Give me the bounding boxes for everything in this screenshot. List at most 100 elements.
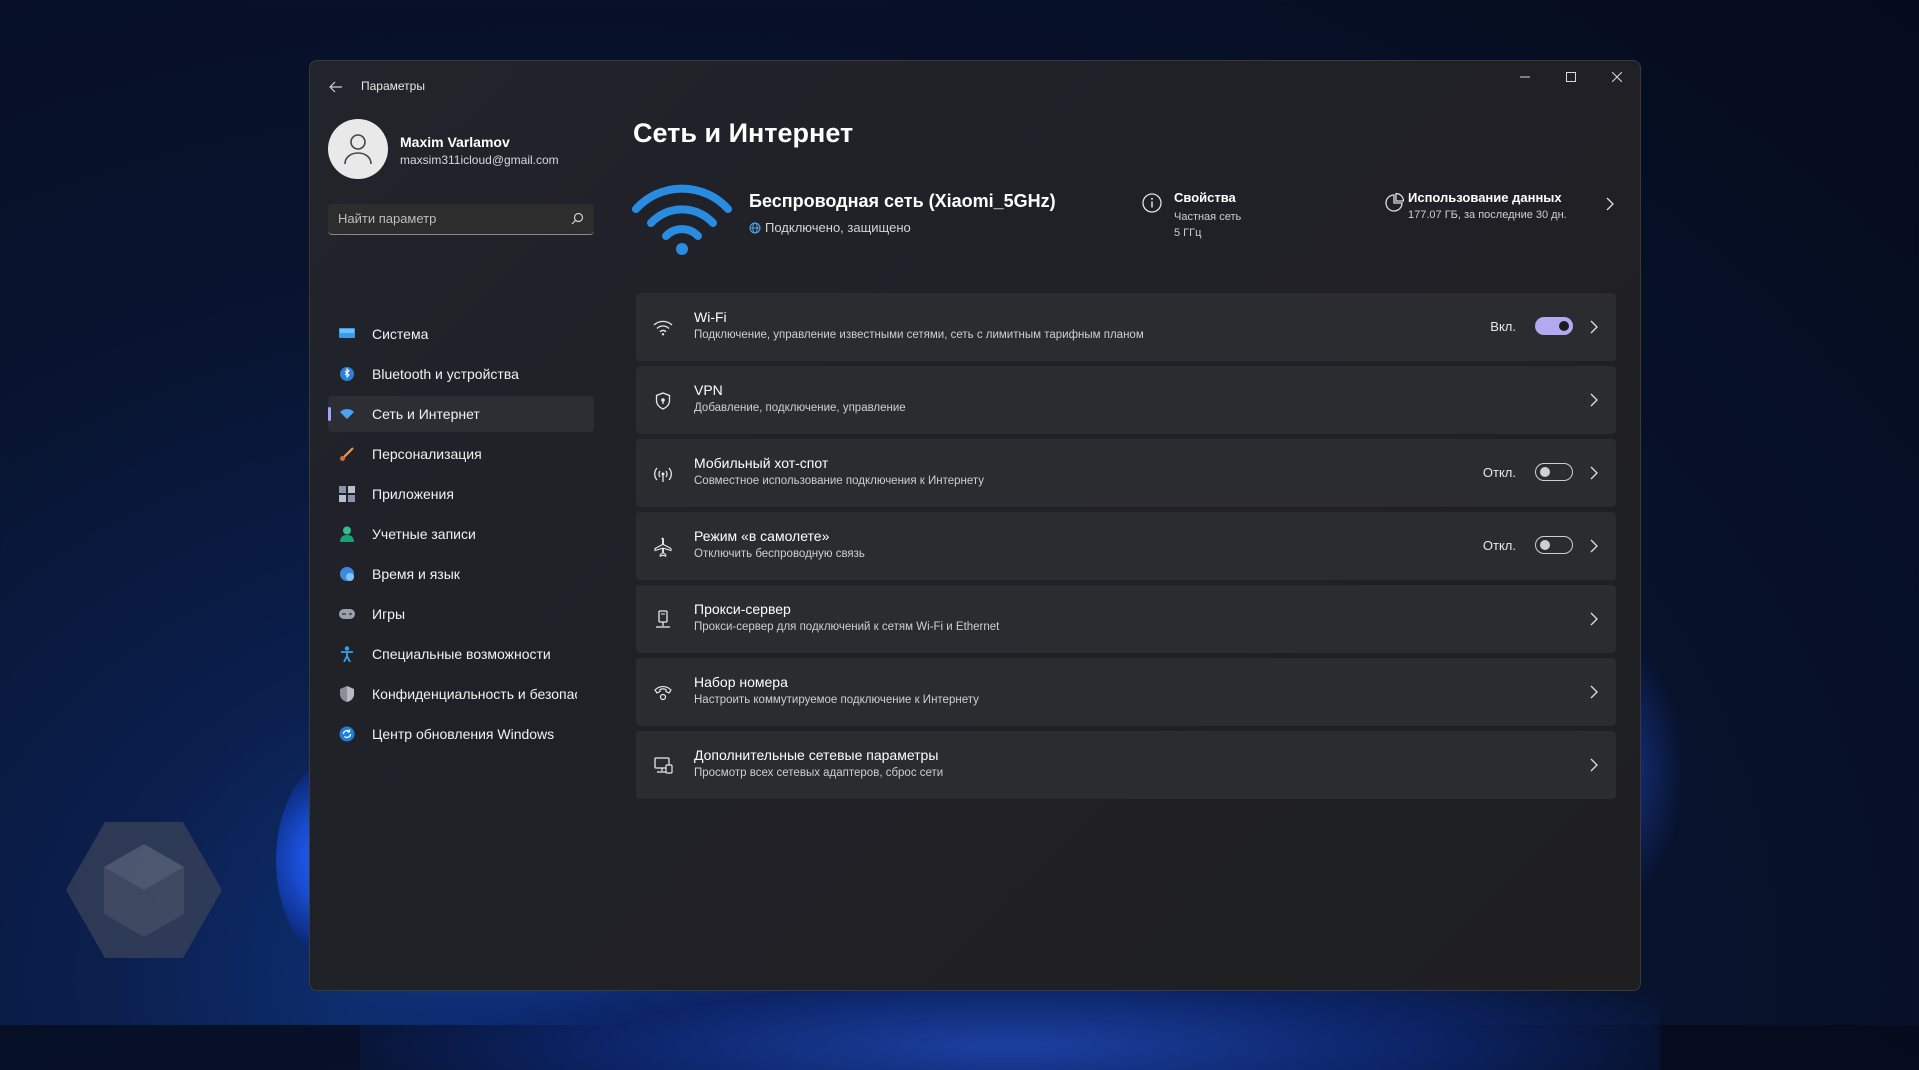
hotspot-card[interactable]: Мобильный хот-спот Совместное использова… [636,439,1616,507]
sidebar-item-personalization[interactable]: Персонализация [328,436,594,472]
toggle-state-label: Откл. [1482,538,1516,553]
sidebar-item-label: Центр обновления Windows [372,726,555,742]
vpn-shield-icon [652,390,674,412]
card-subtitle: Отключить беспроводную связь [694,548,865,560]
card-title: Режим «в самолете» [694,528,830,544]
maximize-icon [1566,72,1576,82]
sidebar-item-label: Учетные записи [372,526,476,542]
sidebar-item-label: Персонализация [372,446,482,462]
sidebar-item-time-language[interactable]: Время и язык [328,556,594,592]
accessibility-icon [339,646,355,662]
sidebar-item-label: Система [372,326,429,342]
close-button[interactable] [1594,61,1640,93]
sidebar-item-label: Время и язык [372,566,460,582]
sidebar-item-windows-update[interactable]: Центр обновления Windows [328,716,594,752]
properties-title: Свойства [1174,190,1236,205]
card-subtitle: Совместное использование подключения к И… [694,475,985,487]
data-usage-detail: 177.07 ГБ, за последние 30 дн. [1408,209,1567,221]
update-icon [339,726,355,742]
sidebar-item-system[interactable]: Система [328,316,594,352]
dialup-card[interactable]: Набор номера Настроить коммутируемое под… [636,658,1616,726]
close-icon [1612,72,1622,82]
avatar [328,119,388,179]
search-box[interactable]: Найти параметр [328,204,594,235]
sidebar-item-label: Конфиденциальность и безопасность [372,686,577,702]
page-title: Сеть и Интернет [633,118,854,148]
wifi-icon [652,317,674,339]
sidebar-item-accounts[interactable]: Учетные записи [328,516,594,552]
card-subtitle: Просмотр всех сетевых адаптеров, сброс с… [694,767,944,779]
brush-icon [339,446,355,462]
chevron-right-icon [1590,612,1598,626]
info-icon [1142,193,1162,213]
search-icon [571,212,584,225]
apps-icon [339,486,355,502]
minimize-button[interactable] [1502,61,1548,93]
proxy-icon [652,609,674,631]
sidebar-item-gaming[interactable]: Игры [328,596,594,632]
sidebar-item-bluetooth[interactable]: Bluetooth и устройства [328,356,594,392]
advanced-network-card[interactable]: Дополнительные сетевые параметры Просмот… [636,731,1616,799]
sidebar-item-privacy[interactable]: Конфиденциальность и безопасность [328,676,594,712]
bluetooth-icon [339,366,355,382]
globe-icon [749,222,761,234]
properties-link[interactable]: Свойства Частная сеть 5 ГГц [1142,187,1322,247]
card-subtitle: Добавление, подключение, управление [694,402,906,414]
account-icon [339,526,355,542]
sidebar-item-label: Сеть и Интернет [372,406,480,422]
card-title: Мобильный хот-спот [694,455,829,471]
minimize-icon [1520,76,1530,78]
sidebar-item-network[interactable]: Сеть и Интернет [328,396,594,432]
search-input[interactable]: Найти параметр [338,211,436,226]
network-band: 5 ГГц [1174,227,1202,239]
chevron-right-icon [1590,758,1598,772]
settings-window: Параметры Maxim Varlamov maxsim311icloud… [309,60,1641,991]
system-icon [339,326,355,342]
wifi-large-icon [632,184,732,255]
sidebar-item-apps[interactable]: Приложения [328,476,594,512]
connection-status-header: Беспроводная сеть (Xiaomi_5GHz) Подключе… [632,181,1632,271]
airplane-icon [652,536,674,558]
chevron-right-icon [1590,685,1598,699]
network-adapter-icon [652,755,674,777]
sidebar-item-label: Специальные возможности [372,646,551,662]
data-usage-link[interactable]: Использование данных 177.07 ГБ, за после… [1384,187,1634,247]
proxy-card[interactable]: Прокси-сервер Прокси-сервер для подключе… [636,585,1616,653]
sidebar-nav: Система Bluetooth и устройства Сеть и Ин… [328,316,594,756]
card-title: VPN [694,382,723,398]
gamepad-icon [339,606,355,622]
network-type: Частная сеть [1174,211,1242,223]
hotspot-toggle[interactable] [1535,463,1573,481]
dialup-icon [652,682,674,704]
back-button[interactable] [324,75,348,99]
connection-name: Беспроводная сеть (Xiaomi_5GHz) [749,191,1056,211]
data-usage-title: Использование данных [1408,190,1562,205]
wifi-card[interactable]: Wi-Fi Подключение, управление известными… [636,293,1616,361]
connection-status-text: Подключено, защищено [765,220,911,235]
card-subtitle: Прокси-сервер для подключений к сетям Wi… [694,621,1000,633]
vpn-card[interactable]: VPN Добавление, подключение, управление [636,366,1616,434]
person-icon [344,134,372,165]
watermark-logo-icon [66,822,222,958]
chevron-right-icon [1590,466,1598,480]
sidebar-item-label: Bluetooth и устройства [372,366,519,382]
wifi-toggle[interactable] [1535,317,1573,335]
airplane-mode-toggle[interactable] [1535,536,1573,554]
card-subtitle: Подключение, управление известными сетям… [694,329,1144,341]
toggle-state-label: Откл. [1482,465,1516,480]
maximize-button[interactable] [1548,61,1594,93]
chevron-right-icon [1606,197,1614,211]
airplane-mode-card[interactable]: Режим «в самолете» Отключить беспроводну… [636,512,1616,580]
toggle-state-label: Вкл. [1490,319,1516,334]
sidebar-item-label: Игры [372,606,406,622]
globe-clock-icon [339,566,355,582]
chevron-right-icon [1590,320,1598,334]
settings-cards: Wi-Fi Подключение, управление известными… [636,293,1616,804]
pie-chart-icon [1385,193,1404,212]
card-title: Дополнительные сетевые параметры [694,747,939,763]
chevron-right-icon [1590,393,1598,407]
hotspot-icon [652,463,674,485]
card-subtitle: Настроить коммутируемое подключение к Ин… [694,694,979,706]
sidebar-item-accessibility[interactable]: Специальные возможности [328,636,594,672]
card-title: Прокси-сервер [694,601,791,617]
